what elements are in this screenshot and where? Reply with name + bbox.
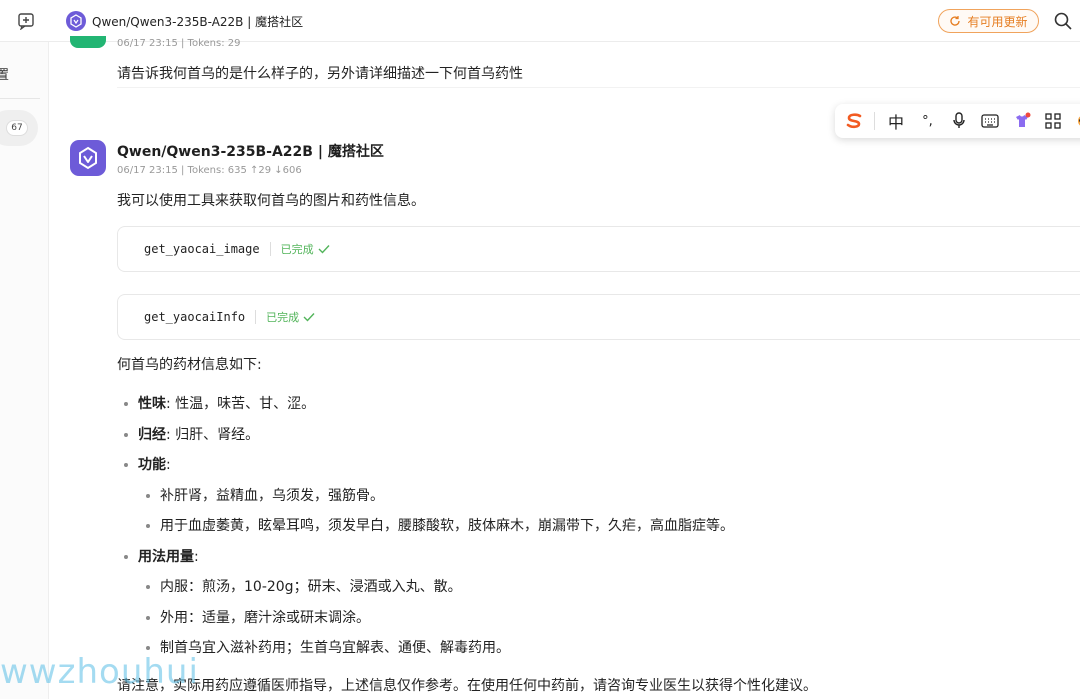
- bullet-icon: [146, 494, 150, 498]
- tool-call-name: get_yaocai_image: [144, 242, 260, 256]
- list-item-text: :: [194, 549, 199, 565]
- tool-call-status: 已完成: [266, 309, 315, 325]
- ime-separator: [874, 112, 876, 130]
- grid-icon[interactable]: [1042, 110, 1063, 132]
- bullet-icon: [146, 524, 150, 528]
- list-item: 性味: 性温，味苦、甘、涩。: [124, 393, 315, 413]
- tool-call-status: 已完成: [281, 241, 330, 257]
- list-item: 功能:: [124, 454, 171, 474]
- list-item-label: 性味: [138, 396, 166, 412]
- sub-list-item: 用于血虚萎黄，眩晕耳鸣，须发早白，腰膝酸软，肢体麻木，崩漏带下，久疟，高血脂症等…: [146, 515, 734, 535]
- list-item: 归经: 归肝、肾经。: [124, 424, 259, 444]
- bullet-icon: [146, 616, 150, 620]
- assistant-message-meta: 06/17 23:15 | Tokens: 635 ↑29 ↓606: [117, 165, 302, 176]
- bullet-icon: [124, 402, 128, 406]
- list-item-text: 用于血虚萎黄，眩晕耳鸣，须发早白，腰膝酸软，肢体麻木，崩漏带下，久疟，高血脂症等…: [160, 518, 734, 534]
- ime-toolbar: 中 °,: [835, 104, 1080, 138]
- bullet-icon: [124, 463, 128, 467]
- list-item-text: 外用：适量，磨汁涂或研末调涂。: [160, 610, 370, 626]
- assistant-avatar: [70, 140, 106, 176]
- microphone-icon[interactable]: [948, 110, 969, 132]
- ime-language-toggle[interactable]: 中: [885, 110, 906, 132]
- list-item-label: 归经: [138, 427, 166, 443]
- list-item-label: 用法用量: [138, 549, 194, 565]
- bullet-icon: [146, 646, 150, 650]
- list-item-text: 内服：煎汤，10-20g；研末、浸酒或入丸、散。: [160, 579, 462, 595]
- sidebar-divider: [0, 98, 40, 99]
- skin-icon[interactable]: [1011, 110, 1032, 132]
- sogou-logo-icon[interactable]: [843, 110, 864, 132]
- user-avatar: [70, 36, 106, 48]
- sidebar-item-settings[interactable]: 置: [0, 64, 9, 83]
- list-item-text: : 归肝、肾经。: [166, 427, 260, 443]
- sidebar: 置 67: [0, 42, 49, 699]
- tool-call-divider: [269, 242, 271, 256]
- list-item-label: 功能: [138, 457, 166, 473]
- user-message-text: 请告诉我何首乌的是什么样子的，另外请详细描述一下何首乌药性: [117, 66, 523, 82]
- tool-call-name: get_yaocaiInfo: [144, 310, 246, 324]
- bullet-icon: [146, 585, 150, 589]
- tool-call-status-label: 已完成: [266, 311, 300, 324]
- top-bar: Qwen/Qwen3-235B-A22B | 魔搭社区 有可用更新: [0, 0, 1080, 42]
- bullet-icon: [124, 555, 128, 559]
- model-logo-icon: [66, 11, 86, 31]
- check-icon: [303, 313, 315, 322]
- new-chat-icon[interactable]: [14, 9, 38, 33]
- refresh-icon: [950, 16, 961, 26]
- list-item-text: : 性温，味苦、甘、涩。: [166, 396, 316, 412]
- conversation-title: Qwen/Qwen3-235B-A22B | 魔搭社区: [92, 15, 304, 29]
- update-label: 有可用更新: [967, 14, 1028, 29]
- list-item-text: 制首乌宜入滋补药用；生首乌宜解表、通便、解毒药用。: [160, 640, 510, 656]
- divider: [117, 87, 1080, 88]
- assistant-intro-text: 我可以使用工具来获取何首乌的图片和药性信息。: [117, 193, 425, 209]
- bullet-icon: [124, 433, 128, 437]
- user-message-meta: 06/17 23:15 | Tokens: 29: [117, 38, 241, 49]
- ime-punctuation-toggle[interactable]: °,: [917, 110, 938, 132]
- tool-call-card[interactable]: get_yaocaiInfo 已完成: [117, 294, 1080, 340]
- avatar-icon[interactable]: [1074, 110, 1080, 132]
- tool-call-card[interactable]: get_yaocai_image 已完成: [117, 226, 1080, 272]
- tool-call-status-label: 已完成: [280, 243, 314, 256]
- tool-call-divider: [255, 310, 257, 324]
- answer-heading: 何首乌的药材信息如下:: [117, 357, 262, 373]
- update-available-button[interactable]: 有可用更新: [938, 9, 1039, 33]
- assistant-name: Qwen/Qwen3-235B-A22B | 魔搭社区: [117, 144, 384, 160]
- list-item: 用法用量:: [124, 546, 199, 566]
- keyboard-icon[interactable]: [979, 110, 1000, 132]
- sub-list-item: 补肝肾，益精血，乌须发，强筋骨。: [146, 485, 384, 505]
- watermark-text: wwzhouhui: [0, 652, 199, 692]
- check-icon: [318, 245, 330, 254]
- sub-list-item: 外用：适量，磨汁涂或研末调涂。: [146, 607, 370, 627]
- list-item-text: :: [166, 457, 171, 473]
- sub-list-item: 制首乌宜入滋补药用；生首乌宜解表、通便、解毒药用。: [146, 637, 510, 657]
- sub-list-item: 内服：煎汤，10-20g；研末、浸酒或入丸、散。: [146, 576, 462, 596]
- count-badge: 67: [6, 120, 28, 136]
- disclaimer-text: 请注意，实际用药应遵循医师指导，上述信息仅作参考。在使用任何中药前，请咨询专业医…: [117, 678, 817, 694]
- list-item-text: 补肝肾，益精血，乌须发，强筋骨。: [160, 488, 384, 504]
- search-icon[interactable]: [1053, 11, 1073, 31]
